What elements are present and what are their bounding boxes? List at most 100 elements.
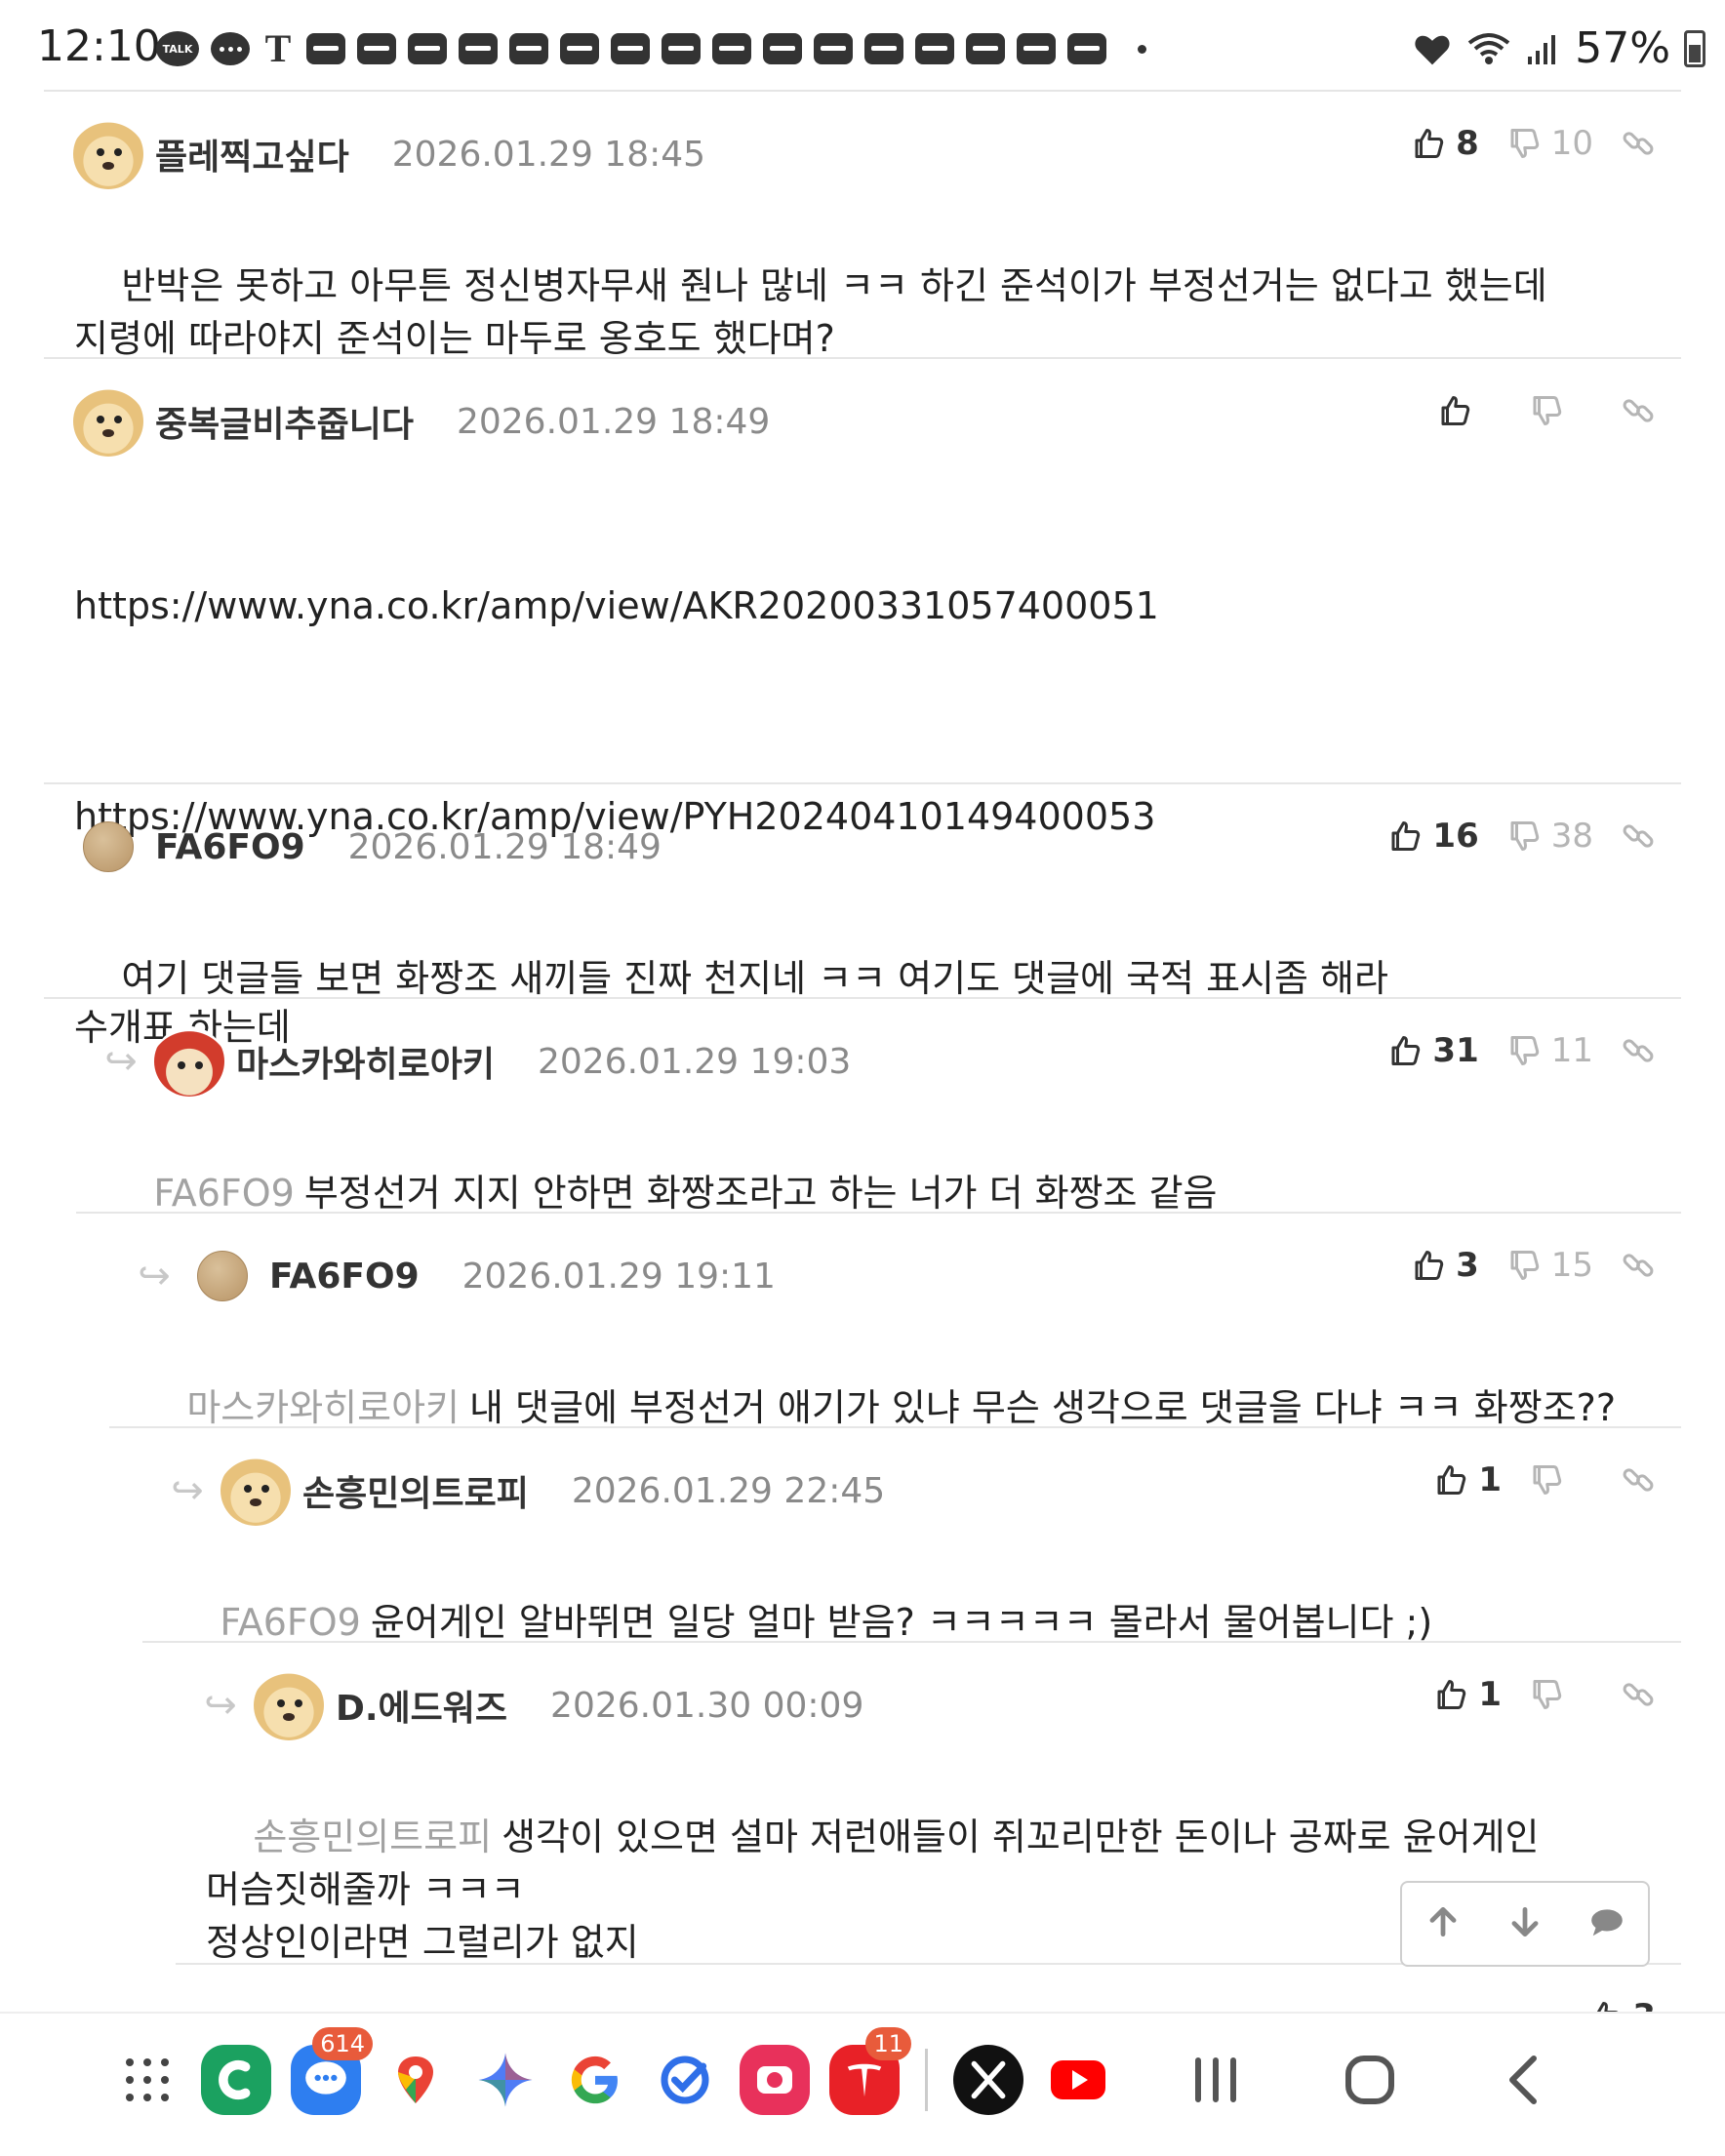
like-count: 3	[1456, 1246, 1479, 1285]
avatar[interactable]	[221, 1456, 291, 1526]
thumbs-down-icon	[1510, 129, 1539, 158]
comment-date: 2026.01.29 22:45	[571, 1470, 886, 1511]
like-button[interactable]: 8	[1411, 124, 1479, 163]
dock-separator	[925, 2049, 928, 2111]
google-app-icon[interactable]	[560, 2045, 630, 2115]
gemini-app-icon[interactable]	[470, 2045, 541, 2115]
reply-item: ↪ 마스카와히로아키 2026.01.29 19:03 31 11 FA6FO9…	[76, 999, 1681, 1215]
avatar[interactable]	[197, 1251, 248, 1301]
comment-header: ↪ 마스카와히로아키 2026.01.29 19:03	[101, 1022, 851, 1100]
dislike-button[interactable]: 15	[1506, 1246, 1593, 1285]
comment-nickname[interactable]: 손흥민의트로피	[302, 1465, 529, 1516]
camera-app-icon[interactable]	[740, 2045, 810, 2115]
avatar[interactable]	[73, 386, 143, 457]
comment-link[interactable]: https://www.yna.co.kr/amp/view/AKR202003…	[74, 579, 1642, 632]
avatar[interactable]	[154, 1026, 224, 1097]
thumbs-down-icon	[1533, 1680, 1562, 1709]
comment-header: ↪ 손흥민의트로피 2026.01.29 22:45	[168, 1452, 885, 1530]
dislike-count: 10	[1550, 124, 1593, 163]
comment-nickname[interactable]: 플레찍고싶다	[155, 129, 349, 180]
check-app-icon[interactable]	[650, 2045, 720, 2115]
reply-item: ↪ 손흥민의트로피 2026.01.29 22:45 1 FA6FO9 윤어게인 …	[142, 1428, 1681, 1644]
link-icon	[1623, 1468, 1654, 1492]
comment-nickname[interactable]: FA6FO9	[155, 827, 305, 867]
like-button[interactable]: 1	[1433, 1460, 1502, 1499]
link-button[interactable]	[1621, 126, 1656, 161]
link-button[interactable]	[1621, 1677, 1656, 1712]
like-button[interactable]: 1	[1433, 1675, 1502, 1714]
thumbs-up-icon	[1597, 2002, 1619, 2012]
dislike-count: 38	[1550, 817, 1593, 856]
battery-icon	[1684, 29, 1705, 67]
like-count: 31	[1432, 1031, 1479, 1070]
comment-date: 2026.01.29 18:49	[347, 826, 662, 867]
comment-header: ↪ D.에드워즈 2026.01.30 00:09	[201, 1666, 863, 1744]
dislike-button[interactable]	[1529, 1462, 1593, 1497]
dislike-button[interactable]: 38	[1506, 817, 1593, 856]
like-button[interactable]: 31	[1387, 1031, 1479, 1070]
stacked-notification-icon	[1067, 33, 1106, 64]
thumbs-up-icon	[1415, 129, 1444, 158]
comment-nickname[interactable]: FA6FO9	[269, 1257, 420, 1297]
scroll-down-button[interactable]	[1506, 1903, 1544, 1944]
comments-button[interactable]	[1588, 1903, 1625, 1944]
link-button[interactable]	[1621, 1462, 1656, 1497]
comment-actions: 1	[1406, 1456, 1656, 1504]
link-icon	[1623, 1254, 1654, 1277]
comment-actions: 3	[1560, 1992, 1656, 2012]
x-app-icon[interactable]	[953, 2045, 1023, 2115]
back-icon	[1509, 2056, 1537, 2104]
thumbs-up-icon	[1391, 821, 1421, 851]
dislike-button[interactable]	[1529, 393, 1593, 428]
mention-tag[interactable]: 손흥민의트로피	[253, 1816, 492, 1858]
comment-text: 내 댓글에 부정선거 애기가 있냐 무슨 생각으로 댓글을 다냐 ㅋㅋ 화짱조?…	[469, 1386, 1616, 1429]
maps-app-icon[interactable]	[381, 2045, 451, 2115]
avatar[interactable]	[83, 821, 134, 872]
comment-item: 중복글비추줍니다 2026.01.29 18:49 https://www.yn…	[44, 359, 1681, 1049]
tesla-icon: T	[264, 26, 292, 70]
stacked-notification-icon	[408, 33, 447, 64]
recent-apps-button[interactable]	[1190, 2053, 1241, 2107]
link-button[interactable]	[1621, 1248, 1656, 1283]
thumbs-up-icon	[1437, 1465, 1466, 1495]
mention-tag[interactable]: FA6FO9	[153, 1172, 295, 1215]
like-button[interactable]: 16	[1387, 817, 1479, 856]
comment-nickname[interactable]: 중복글비추줍니다	[155, 396, 414, 447]
comment-header: 중복글비추줍니다 2026.01.29 18:49	[73, 382, 770, 460]
like-button[interactable]: 3	[1411, 1246, 1479, 1285]
home-button[interactable]	[1343, 2053, 1397, 2107]
thumbs-down-icon	[1533, 396, 1562, 425]
thumbs-down-icon	[1533, 1465, 1562, 1495]
link-button[interactable]	[1621, 393, 1656, 428]
mention-tag[interactable]: 마스카와히로아키	[186, 1386, 460, 1429]
signal-icon	[1528, 34, 1556, 64]
stacked-notification-icon	[966, 33, 1005, 64]
more-notifications-dot-icon	[1138, 44, 1146, 54]
youtube-app-icon[interactable]	[1043, 2045, 1113, 2115]
link-button[interactable]	[1621, 818, 1656, 854]
comment-actions: 31 11	[1360, 1026, 1656, 1075]
comment-nickname[interactable]: 마스카와히로아키	[236, 1036, 495, 1087]
messages-app-icon[interactable]: 614	[291, 2027, 373, 2115]
phone-call-app-icon[interactable]	[201, 2045, 271, 2115]
like-button[interactable]: 3	[1587, 1997, 1656, 2012]
stacked-notification-icon	[712, 33, 751, 64]
comment-date: 2026.01.30 00:09	[550, 1685, 864, 1726]
mention-tag[interactable]: FA6FO9	[220, 1601, 361, 1644]
recent-apps-icon	[1195, 2057, 1236, 2102]
like-button[interactable]	[1437, 393, 1502, 428]
heart-icon	[1415, 35, 1450, 64]
scroll-up-button[interactable]	[1424, 1903, 1462, 1944]
comment-nickname[interactable]: D.에드워즈	[336, 1680, 507, 1731]
tesla-app-icon[interactable]: 11	[829, 2027, 911, 2115]
avatar[interactable]	[254, 1670, 324, 1740]
dislike-button[interactable]	[1529, 1677, 1593, 1712]
dislike-button[interactable]: 10	[1506, 124, 1593, 163]
apps-grid-icon[interactable]	[113, 2046, 181, 2114]
back-button[interactable]	[1503, 2053, 1542, 2107]
thumbs-down-icon	[1510, 1251, 1539, 1280]
avatar[interactable]	[73, 119, 143, 189]
dislike-button[interactable]: 11	[1506, 1031, 1593, 1070]
link-button[interactable]	[1621, 1033, 1656, 1068]
reply-arrow-icon: ↪	[171, 1468, 204, 1513]
